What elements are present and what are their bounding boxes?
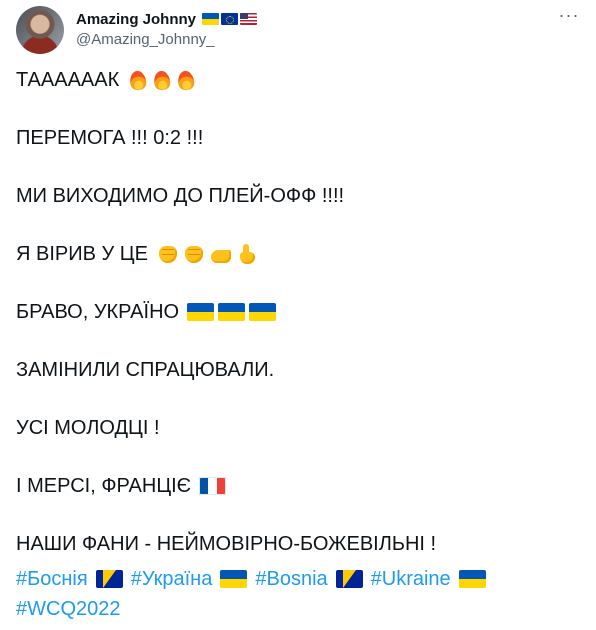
hashtag-group: #Боснія [16,564,123,594]
tweet-line: ЗАМІНИЛИ СПРАЦЮВАЛИ. [16,356,580,384]
tweet-card: Amazing Johnny @Amazing_Johnny_ ··· ТААА… [0,0,596,630]
tweet-header: Amazing Johnny @Amazing_Johnny_ ··· [16,6,580,54]
tweet-line-text: І МЕРСІ, ФРАНЦІЄ [16,475,192,497]
display-name-row: Amazing Johnny [76,9,258,29]
emoji-group [156,243,258,265]
hashtag-link[interactable]: #WCQ2022 [16,594,121,624]
tweet-line-text: ТААААААК [16,69,120,91]
hashtag-group: #WCQ2022 [16,594,121,624]
name-flags [202,13,258,25]
tweet-line: ПЕРЕМОГА !!! 0:2 !!! [16,124,580,152]
hashtag-link[interactable]: #Україна [131,564,213,594]
flag-ukraine-icon [187,303,215,321]
emoji-group [187,303,277,321]
tweet-line: НАШИ ФАНИ - НЕЙМОВІРНО-БОЖЕВІЛЬНІ ! [16,530,580,558]
tweet-line: ТААААААК [16,66,580,94]
tweet-line-text: МИ ВИХОДИМО ДО ПЛЕЙ-ОФФ !!!! [16,185,345,207]
hashtag-list: #Боснія #Україна #Bosnia #Ukraine #WCQ20… [16,564,576,624]
hashtag-link[interactable]: #Ukraine [371,564,451,594]
tweet-line: І МЕРСІ, ФРАНЦІЄ [16,472,580,500]
tweet-line-text: ПЕРЕМОГА !!! 0:2 !!! [16,127,204,149]
avatar[interactable] [16,6,64,54]
fire-icon [151,69,173,91]
oncoming-fist-icon [182,243,206,265]
flexed-biceps-icon [208,243,232,265]
flag-ukraine-icon [218,303,246,321]
flag-ukraine-icon [249,303,277,321]
tweet-line-text: НАШИ ФАНИ - НЕЙМОВІРНО-БОЖЕВІЛЬНІ ! [16,533,437,555]
hashtag-group: #Ukraine [371,564,486,594]
fire-icon [127,69,149,91]
flag-bosnia-icon [95,570,123,588]
tweet-body: ТААААААК ПЕРЕМОГА !!! 0:2 !!! МИ ВИХОДИМ… [16,66,580,588]
hashtag-link[interactable]: #Боснія [16,564,88,594]
display-name[interactable]: Amazing Johnny [76,11,196,28]
more-options-button[interactable]: ··· [558,6,580,26]
flag-ukraine-icon [202,13,220,25]
raised-fist-icon [156,243,180,265]
hashtag-group: #Україна [131,564,248,594]
flag-france-icon [199,477,227,495]
fire-icon [175,69,197,91]
tweet-line: УСІ МОЛОДЦІ ! [16,414,580,442]
tweet-line: БРАВО, УКРАЇНО [16,298,580,326]
flag-eu-icon [221,13,239,25]
tweet-line: Я ВІРИВ У ЦЕ [16,240,580,268]
tweet-line-text: УСІ МОЛОДЦІ ! [16,417,160,439]
hashtag-group: #Bosnia [255,564,363,594]
author-names: Amazing Johnny @Amazing_Johnny_ [76,9,258,48]
handle[interactable]: @Amazing_Johnny_ [76,31,257,48]
tweet-line-text: ЗАМІНИЛИ СПРАЦЮВАЛИ. [16,359,275,381]
tweet-line-text: БРАВО, УКРАЇНО [16,301,180,323]
hashtag-link[interactable]: #Bosnia [255,564,327,594]
emoji-group [199,477,227,495]
tweet-line-text: Я ВІРИВ У ЦЕ [16,243,148,265]
flag-ukraine-icon [220,570,248,588]
flag-us-icon [240,13,258,25]
emoji-group [127,69,197,91]
flag-bosnia-icon [335,570,363,588]
flag-ukraine-icon [458,570,486,588]
thumbs-up-icon [234,243,258,265]
tweet-line: МИ ВИХОДИМО ДО ПЛЕЙ-ОФФ !!!! [16,182,580,210]
